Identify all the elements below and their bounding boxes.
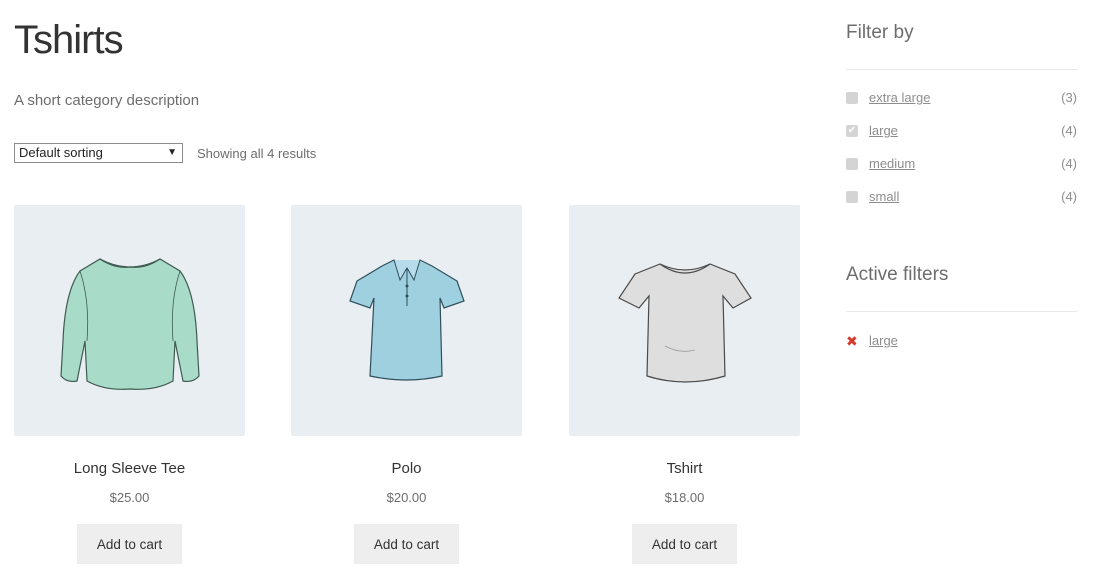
- add-to-cart-button[interactable]: Add to cart: [77, 524, 182, 564]
- product-image[interactable]: [291, 205, 522, 436]
- result-count: Showing all 4 results: [197, 146, 317, 161]
- filter-label[interactable]: medium: [869, 156, 915, 171]
- filter-label[interactable]: small: [869, 189, 899, 204]
- divider: [846, 311, 1077, 312]
- add-to-cart-button[interactable]: Add to cart: [632, 524, 737, 564]
- filter-item-medium[interactable]: medium (4): [846, 156, 1077, 174]
- product-name[interactable]: Long Sleeve Tee: [14, 460, 245, 477]
- filter-count: (3): [1061, 90, 1077, 105]
- add-to-cart-button[interactable]: Add to cart: [354, 524, 459, 564]
- filter-item-large[interactable]: ✔ large (4): [846, 123, 1077, 141]
- product-card: Polo $20.00 Add to cart: [291, 205, 522, 564]
- product-price: $18.00: [664, 490, 705, 505]
- checkbox-checked-icon[interactable]: ✔: [846, 125, 858, 137]
- product-card: Long Sleeve Tee $25.00 Add to cart: [14, 205, 245, 564]
- long-sleeve-tee-icon: [59, 257, 200, 390]
- category-description: A short category description: [14, 92, 200, 109]
- divider: [846, 69, 1077, 70]
- sidebar: Filter by extra large (3) ✔ large (4) me…: [846, 0, 1077, 580]
- active-filter-label[interactable]: large: [869, 333, 898, 348]
- product-price: $20.00: [386, 490, 427, 505]
- filter-label[interactable]: large: [869, 123, 898, 138]
- page-title: Tshirts: [14, 18, 124, 62]
- sort-select[interactable]: Default sorting ▼: [14, 143, 183, 163]
- checkbox-icon[interactable]: [846, 92, 858, 104]
- main-content: Tshirts A short category description Def…: [14, 0, 814, 580]
- filter-count: (4): [1061, 189, 1077, 204]
- product-name[interactable]: Polo: [291, 460, 522, 477]
- tshirt-icon: [617, 262, 752, 383]
- filter-label[interactable]: extra large: [869, 90, 930, 105]
- active-filters-title: Active filters: [846, 264, 949, 285]
- sort-select-value: Default sorting: [19, 145, 103, 160]
- filter-item-extra-large[interactable]: extra large (3): [846, 90, 1077, 108]
- checkbox-icon[interactable]: [846, 191, 858, 203]
- filter-count: (4): [1061, 156, 1077, 171]
- polo-shirt-icon: [348, 258, 465, 381]
- checkbox-icon[interactable]: [846, 158, 858, 170]
- close-icon[interactable]: ✖: [846, 333, 858, 350]
- filter-by-title: Filter by: [846, 22, 914, 43]
- product-card: Tshirt $18.00 Add to cart: [569, 205, 800, 564]
- dropdown-arrow-icon: ▼: [167, 147, 177, 158]
- product-price: $25.00: [109, 490, 150, 505]
- filter-count: (4): [1061, 123, 1077, 138]
- product-image[interactable]: [14, 205, 245, 436]
- filter-item-small[interactable]: small (4): [846, 189, 1077, 207]
- product-name[interactable]: Tshirt: [569, 460, 800, 477]
- product-image[interactable]: [569, 205, 800, 436]
